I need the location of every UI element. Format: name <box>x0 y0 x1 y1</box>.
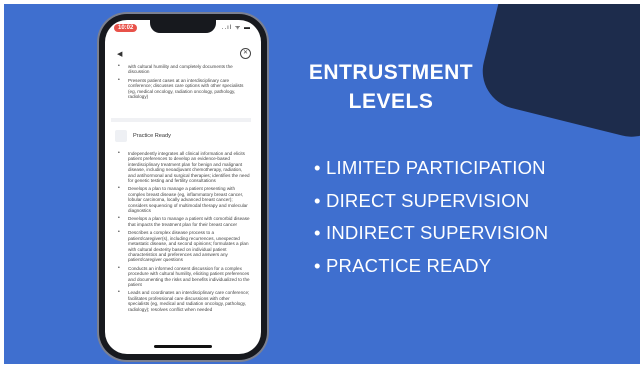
phone-mockup: 10:02 ..ıl ᯤ ▬ ◀ ✕ with cultural humilit… <box>99 14 267 360</box>
status-icons: ..ıl ᯤ ▬ <box>221 25 251 31</box>
status-time: 10:02 <box>114 24 138 32</box>
section-checkbox[interactable] <box>115 130 127 142</box>
back-arrow-icon[interactable]: ◀ <box>117 50 122 58</box>
level-practice-ready: • PRACTICE READY <box>314 254 492 276</box>
level-indirect-supervision: • INDIRECT SUPERVISION <box>314 222 549 243</box>
list-item: Conducts an informed consent discussion … <box>111 266 251 288</box>
upper-milestone-list: with cultural humility and completely do… <box>111 64 251 102</box>
list-item: Develops a plan to manage a patient with… <box>111 216 251 227</box>
list-item: Leads and coordinates an interdisciplina… <box>111 290 251 312</box>
phone-notch <box>150 20 216 33</box>
close-icon[interactable]: ✕ <box>240 48 251 59</box>
list-item: Describes a complex disease process to a… <box>111 230 251 262</box>
practice-ready-header[interactable]: Practice Ready <box>111 128 251 146</box>
list-item: Presents patient cases at an interdiscip… <box>111 78 251 100</box>
title-line-2: LEVELS <box>348 90 434 113</box>
presentation-slide: 10:02 ..ıl ᯤ ▬ ◀ ✕ with cultural humilit… <box>4 4 640 364</box>
practice-ready-list: Independently integrates all clinical in… <box>111 151 251 315</box>
list-item: Independently integrates all clinical in… <box>111 151 251 183</box>
phone-screen: 10:02 ..ıl ᯤ ▬ ◀ ✕ with cultural humilit… <box>105 20 261 354</box>
list-item: Develops a plan to manage a patient pres… <box>111 186 251 213</box>
level-limited-participation: • LIMITED PARTICIPATION <box>314 157 546 178</box>
home-indicator <box>154 345 212 348</box>
slide-title: ENTRUSTMENT LEVELS <box>271 58 511 116</box>
entrustment-levels-list: • LIMITED PARTICIPATION • DIRECT SUPERVI… <box>314 152 548 282</box>
level-direct-supervision: • DIRECT SUPERVISION <box>314 189 530 211</box>
list-item: with cultural humility and completely do… <box>111 64 251 75</box>
section-title: Practice Ready <box>133 133 171 139</box>
section-divider <box>111 118 251 122</box>
title-line-1: ENTRUSTMENT <box>308 61 474 84</box>
